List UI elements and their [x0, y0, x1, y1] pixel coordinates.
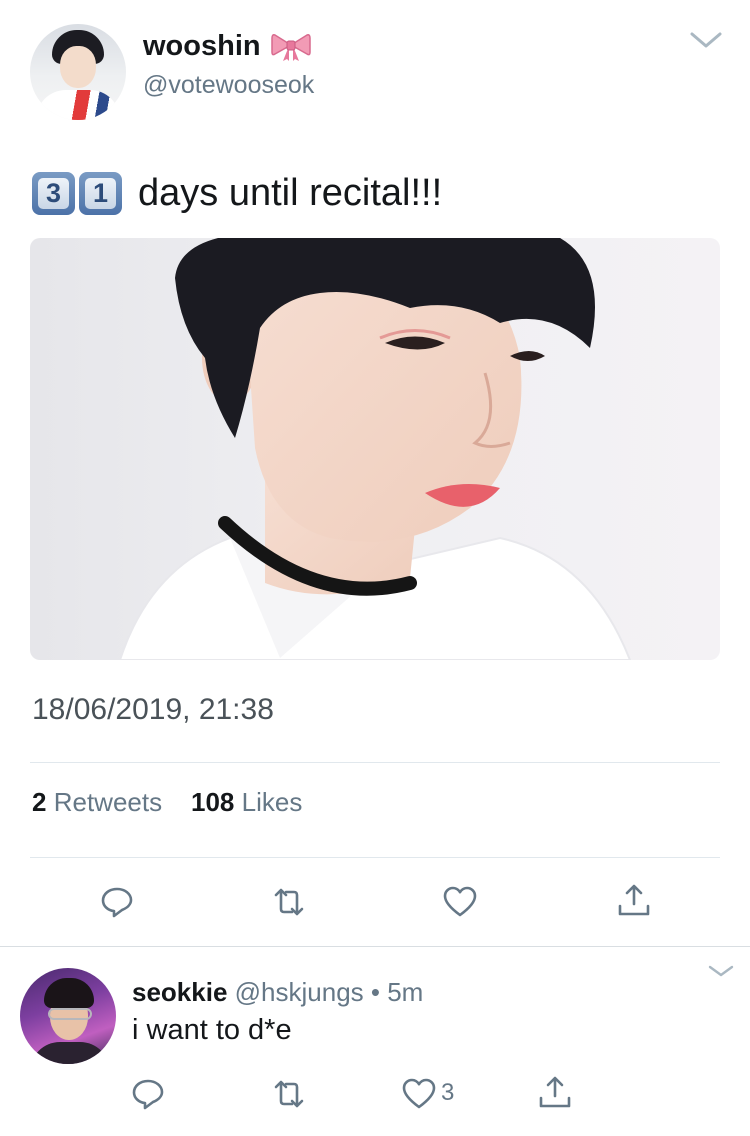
reply-meta: @hskjungs • 5m [234, 977, 424, 1007]
tweet-timestamp[interactable]: 18/06/2019, 21:38 [32, 693, 274, 727]
reply-avatar[interactable] [20, 968, 116, 1064]
retweets-stat[interactable]: 2 Retweets [32, 787, 162, 817]
heart-icon[interactable] [443, 885, 477, 919]
reply-icon[interactable] [100, 885, 134, 919]
tweet-stats: 2 Retweets 108 Likes [32, 787, 302, 818]
keycap-digit-icon: 1 [79, 172, 122, 215]
retweet-icon[interactable] [272, 885, 306, 919]
divider [30, 762, 720, 763]
reply-header[interactable]: seokkie @hskjungs • 5m [132, 977, 423, 1008]
likes-label: Likes [241, 787, 303, 817]
author-handle[interactable]: @votewooseok [143, 71, 314, 100]
tweet-text: 3 1 days until recital!!! [32, 172, 442, 215]
retweets-label: Retweets [53, 787, 163, 817]
reply-icon[interactable] [131, 1077, 165, 1111]
avatar-glasses [48, 1008, 92, 1020]
likes-stat[interactable]: 108 Likes [191, 787, 302, 817]
avatar-hair [44, 978, 94, 1008]
ribbon-bow-icon [270, 33, 311, 61]
chevron-down-icon[interactable] [708, 964, 734, 978]
likes-count: 108 [191, 787, 235, 817]
photo-illustration [118, 238, 632, 660]
reply-text: i want to d*e [132, 1014, 292, 1046]
author-avatar[interactable] [30, 24, 126, 120]
keycap-digit-icon: 3 [32, 172, 75, 215]
avatar-face [60, 46, 96, 88]
retweet-icon[interactable] [272, 1077, 306, 1111]
chevron-down-icon[interactable] [689, 30, 723, 50]
section-separator [0, 946, 750, 947]
reply-like-count: 3 [441, 1079, 455, 1106]
share-icon[interactable] [538, 1074, 572, 1108]
author-display-name[interactable]: wooshin [143, 30, 261, 63]
keycap-digit: 3 [38, 178, 69, 209]
reply-display-name[interactable]: seokkie [132, 977, 227, 1007]
divider [30, 857, 720, 858]
tweet-body: days until recital!!! [138, 172, 443, 214]
tweet-photo[interactable] [30, 238, 720, 660]
retweets-count: 2 [32, 787, 47, 817]
heart-icon[interactable] [402, 1077, 436, 1111]
avatar-body [30, 1042, 110, 1064]
author-name-row[interactable]: wooshin [143, 30, 311, 63]
keycap-digit: 1 [85, 178, 116, 209]
share-icon[interactable] [617, 882, 651, 916]
avatar-shirt [36, 90, 120, 120]
